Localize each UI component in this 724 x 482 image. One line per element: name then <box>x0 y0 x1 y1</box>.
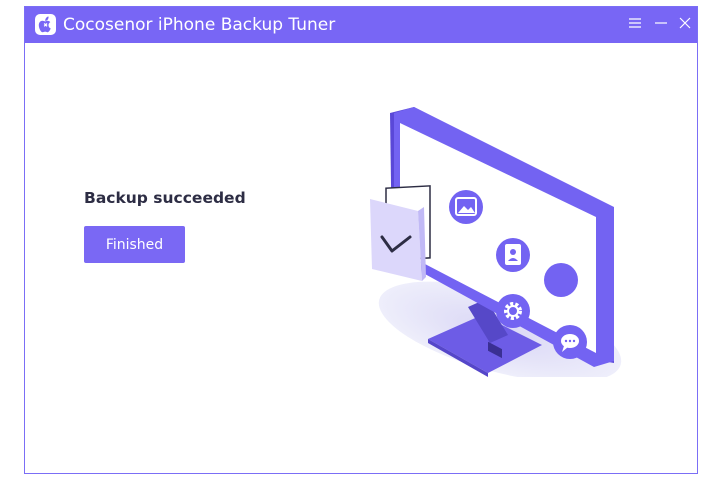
title-bar: Cocosenor iPhone Backup Tuner <box>25 7 697 43</box>
backup-status-text: Backup succeeded <box>84 189 246 207</box>
monitor-illustration <box>370 107 622 377</box>
window-title: Cocosenor iPhone Backup Tuner <box>63 15 336 35</box>
image-icon <box>449 190 483 224</box>
finished-button[interactable]: Finished <box>84 226 185 263</box>
contact-avatar-circle <box>544 263 578 297</box>
close-icon[interactable] <box>675 13 695 33</box>
main-content: Backup succeeded Finished <box>25 43 697 473</box>
contact-icon <box>496 238 530 272</box>
app-logo-icon <box>35 14 56 35</box>
settings-icon <box>496 294 530 328</box>
chat-icon <box>553 325 587 359</box>
minimize-icon[interactable] <box>651 13 671 33</box>
app-window: Cocosenor iPhone Backup Tuner Backup suc… <box>24 6 698 474</box>
menu-icon[interactable] <box>625 13 645 33</box>
checkmark-icon <box>370 199 426 281</box>
